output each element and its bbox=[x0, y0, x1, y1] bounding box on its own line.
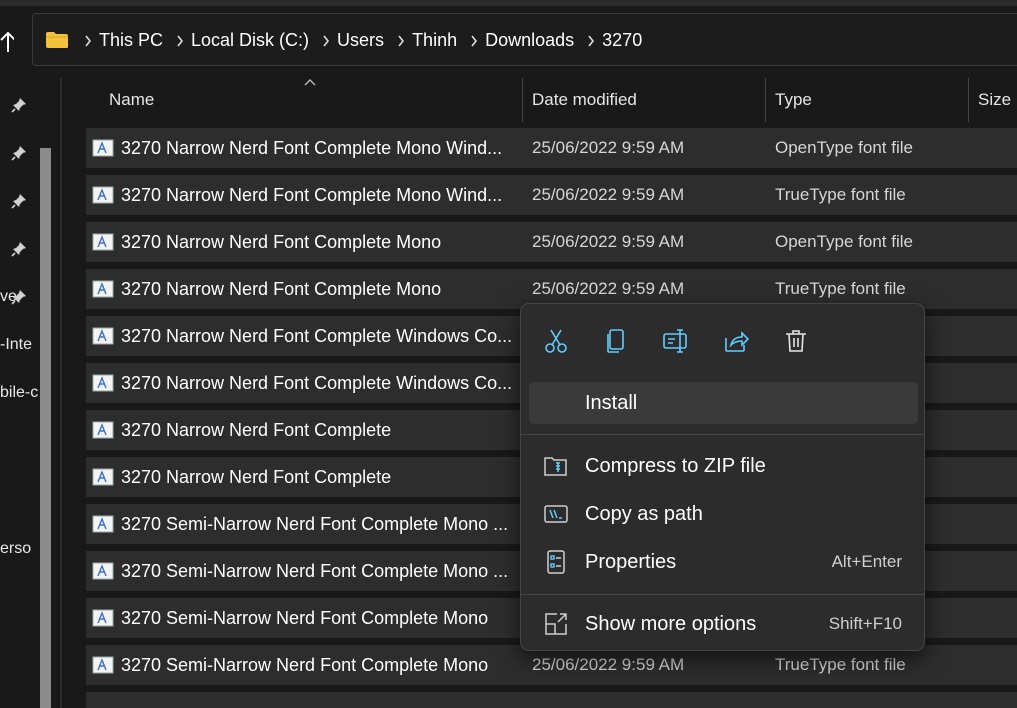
chevron-right-icon[interactable] bbox=[390, 35, 412, 47]
breadcrumb-item[interactable]: Downloads bbox=[485, 30, 574, 51]
nav-scrollbar[interactable] bbox=[40, 148, 51, 708]
font-file-icon bbox=[92, 609, 114, 627]
chevron-right-icon[interactable] bbox=[169, 35, 191, 47]
menu-install-label: Install bbox=[585, 392, 638, 414]
pin-icon[interactable] bbox=[10, 288, 28, 306]
file-row[interactable]: 3270 Semi-Narrow Nerd Font Complete Mono… bbox=[86, 645, 1017, 685]
menu-install[interactable]: Install bbox=[529, 382, 918, 424]
more-options-icon bbox=[545, 613, 567, 635]
file-row[interactable] bbox=[86, 692, 1017, 708]
file-name: 3270 Narrow Nerd Font Complete Mono Wind… bbox=[121, 138, 503, 158]
file-name: 3270 Semi-Narrow Nerd Font Complete Mono… bbox=[121, 514, 509, 534]
font-file-icon bbox=[92, 139, 114, 157]
column-divider[interactable] bbox=[968, 78, 969, 122]
column-divider[interactable] bbox=[765, 78, 766, 122]
breadcrumb-item[interactable]: This PC bbox=[99, 30, 163, 51]
column-divider[interactable] bbox=[522, 78, 523, 122]
font-file-icon bbox=[92, 421, 114, 439]
file-date: 25/06/2022 9:59 AM bbox=[532, 138, 685, 157]
font-file-icon bbox=[92, 468, 114, 486]
column-date-modified[interactable]: Date modified bbox=[532, 78, 637, 122]
chevron-right-icon[interactable] bbox=[580, 35, 602, 47]
file-name: 3270 Narrow Nerd Font Complete bbox=[121, 420, 392, 440]
copy-icon[interactable] bbox=[599, 324, 633, 358]
file-name: 3270 Narrow Nerd Font Complete Mono bbox=[121, 232, 442, 252]
column-header: Name Date modified Type Size bbox=[86, 78, 1017, 122]
nav-item-label[interactable]: bile-c bbox=[0, 384, 38, 402]
file-name: 3270 Narrow Nerd Font Complete bbox=[121, 467, 392, 487]
file-name: 3270 Semi-Narrow Nerd Font Complete Mono… bbox=[121, 561, 509, 581]
pin-icon[interactable] bbox=[10, 96, 28, 114]
chevron-right-icon[interactable] bbox=[315, 35, 337, 47]
file-row[interactable]: 3270 Narrow Nerd Font Complete Mono Wind… bbox=[86, 175, 1017, 215]
font-file-icon bbox=[92, 374, 114, 392]
address-bar[interactable]: This PC Local Disk (C:) Users Thinh Down… bbox=[32, 13, 1017, 66]
menu-more-options-label: Show more options bbox=[585, 613, 757, 635]
font-file-icon bbox=[92, 656, 114, 674]
font-file-icon bbox=[92, 233, 114, 251]
pin-icon[interactable] bbox=[10, 144, 28, 162]
breadcrumb-item[interactable]: 3270 bbox=[602, 30, 642, 51]
chevron-right-icon[interactable] bbox=[77, 35, 99, 47]
file-name: 3270 Narrow Nerd Font Complete Windows C… bbox=[121, 373, 513, 393]
file-name: 3270 Semi-Narrow Nerd Font Complete Mono bbox=[121, 655, 489, 675]
file-name: 3270 Semi-Narrow Nerd Font Complete Mono bbox=[121, 608, 489, 628]
share-icon[interactable] bbox=[719, 324, 753, 358]
menu-compress-zip[interactable]: Compress to ZIP file bbox=[529, 445, 918, 487]
column-size[interactable]: Size bbox=[978, 78, 1011, 122]
menu-properties-label: Properties bbox=[585, 551, 677, 573]
zip-folder-icon bbox=[544, 457, 567, 476]
menu-divider bbox=[521, 594, 924, 595]
file-date: 25/06/2022 9:59 AM bbox=[532, 655, 685, 674]
up-arrow-icon[interactable] bbox=[0, 30, 14, 54]
file-name: 3270 Narrow Nerd Font Complete Mono Wind… bbox=[121, 185, 503, 205]
nav-item-label[interactable]: -Inte bbox=[0, 336, 32, 354]
menu-copy-path-label: Copy as path bbox=[585, 503, 703, 525]
breadcrumb-item[interactable]: Thinh bbox=[412, 30, 457, 51]
menu-compress-label: Compress to ZIP file bbox=[585, 455, 766, 477]
file-date: 25/06/2022 9:59 AM bbox=[532, 232, 685, 251]
title-strip bbox=[0, 0, 1017, 6]
font-file-icon bbox=[92, 186, 114, 204]
cut-icon[interactable] bbox=[539, 324, 573, 358]
file-row[interactable]: 3270 Narrow Nerd Font Complete Mono Wind… bbox=[86, 128, 1017, 168]
pin-icon[interactable] bbox=[10, 240, 28, 258]
copy-path-icon bbox=[544, 505, 568, 523]
font-file-icon bbox=[92, 562, 114, 580]
sort-ascending-icon bbox=[304, 79, 316, 86]
folder-icon bbox=[46, 32, 68, 48]
file-type: OpenType font file bbox=[775, 232, 913, 251]
column-type[interactable]: Type bbox=[775, 78, 812, 122]
pane-divider[interactable] bbox=[60, 78, 62, 708]
menu-properties[interactable]: Properties Alt+Enter bbox=[529, 541, 918, 583]
delete-icon[interactable] bbox=[779, 324, 813, 358]
rename-icon[interactable] bbox=[659, 324, 693, 358]
file-name: 3270 Narrow Nerd Font Complete Mono bbox=[121, 279, 442, 299]
file-type: TrueType font file bbox=[775, 185, 906, 204]
file-row[interactable]: 3270 Narrow Nerd Font Complete Mono 25/0… bbox=[86, 222, 1017, 262]
breadcrumb-item[interactable]: Local Disk (C:) bbox=[191, 30, 309, 51]
context-menu: Install Compress to ZIP file Copy as pat… bbox=[520, 303, 925, 651]
file-name: 3270 Narrow Nerd Font Complete Windows C… bbox=[121, 326, 513, 346]
file-type: TrueType font file bbox=[775, 655, 906, 674]
menu-more-options-shortcut: Shift+F10 bbox=[828, 614, 902, 633]
menu-properties-shortcut: Alt+Enter bbox=[831, 552, 902, 571]
column-name[interactable]: Name bbox=[109, 78, 154, 122]
chevron-right-icon[interactable] bbox=[463, 35, 485, 47]
file-date: 25/06/2022 9:59 AM bbox=[532, 185, 685, 204]
file-type: OpenType font file bbox=[775, 138, 913, 157]
pin-icon[interactable] bbox=[10, 192, 28, 210]
breadcrumb-item[interactable]: Users bbox=[337, 30, 384, 51]
nav-item-label[interactable]: erso bbox=[0, 540, 31, 558]
menu-copy-as-path[interactable]: Copy as path bbox=[529, 493, 918, 535]
font-file-icon bbox=[92, 327, 114, 345]
menu-divider bbox=[521, 434, 924, 435]
font-file-icon bbox=[92, 515, 114, 533]
font-file-icon bbox=[92, 280, 114, 298]
menu-show-more-options[interactable]: Show more options Shift+F10 bbox=[529, 603, 918, 645]
breadcrumb: This PC Local Disk (C:) Users Thinh Down… bbox=[77, 14, 648, 67]
properties-icon bbox=[547, 550, 565, 574]
